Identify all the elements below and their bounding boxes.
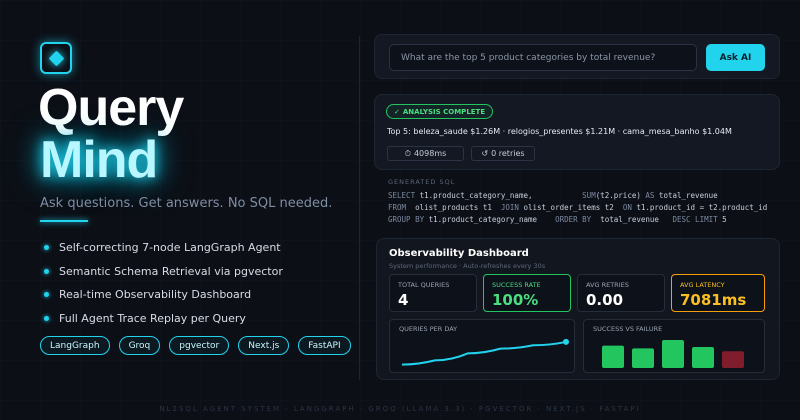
success-bar xyxy=(692,347,714,368)
sql-label: GENERATED SQL xyxy=(388,178,456,186)
question-input[interactable] xyxy=(389,44,697,71)
kpi-avg-retries: AVG RETRIES 0.00 xyxy=(577,274,665,312)
check-icon: ✓ xyxy=(394,107,400,116)
footer-text: NL2SQL AGENT SYSTEM · LANGGRAPH · GROQ (… xyxy=(159,405,641,413)
sql-line: SELECT t1.product_category_name, SUM(t2.… xyxy=(388,191,718,200)
answer-text: Top 5: beleza_saude $1.26M · relogios_pr… xyxy=(387,127,732,136)
sql-line: GROUP BY t1.product_category_name ORDER … xyxy=(388,215,727,224)
tech-chips: LangGraph Groq pgvector Next.js FastAPI xyxy=(40,336,351,355)
feature-item: Full Agent Trace Replay per Query xyxy=(40,307,283,331)
chip-langgraph: LangGraph xyxy=(40,336,110,355)
observability-dashboard: Observability Dashboard System performan… xyxy=(376,238,780,380)
feature-item: Real-time Observability Dashboard xyxy=(40,283,283,307)
demo-panel: Ask AI ✓ ANALYSIS COMPLETE Top 5: beleza… xyxy=(374,0,784,420)
stopwatch-icon: ⏱ xyxy=(404,148,411,158)
bullet-icon xyxy=(44,315,49,321)
dashboard-title: Observability Dashboard xyxy=(389,248,529,259)
success-bar xyxy=(602,345,624,368)
feature-item: Self-correcting 7-node LangGraph Agent xyxy=(40,236,283,260)
ask-ai-button[interactable]: Ask AI xyxy=(706,44,765,71)
dashboard-subtitle: System performance · Auto-refreshes ever… xyxy=(389,262,546,270)
kpi-avg-latency: AVG LATENCY 7081ms xyxy=(671,274,765,312)
sql-code-block: SELECT t1.product_category_name, SUM(t2.… xyxy=(374,190,784,226)
accent-divider xyxy=(40,220,88,222)
logo-icon xyxy=(40,42,72,74)
retry-icon: ↺ xyxy=(481,149,489,158)
success-vs-failure-chart: SUCCESS VS FAILURE xyxy=(583,319,765,373)
bullet-icon xyxy=(44,292,49,298)
status-badge: ✓ ANALYSIS COMPLETE xyxy=(386,104,494,119)
failure-bar xyxy=(722,351,744,368)
bullet-icon xyxy=(44,245,49,251)
feature-list: Self-correcting 7-node LangGraph Agent S… xyxy=(40,236,283,330)
chip-pgvector: pgvector xyxy=(169,336,230,355)
kpi-success-rate: SUCCESS RATE 100% xyxy=(483,274,571,312)
brand-title-line2: Mind xyxy=(40,131,158,189)
queries-line xyxy=(401,340,567,366)
result-card: ✓ ANALYSIS COMPLETE Top 5: beleza_saude … xyxy=(374,94,780,170)
queries-last-point xyxy=(563,338,569,345)
brand-title-line1: Query xyxy=(38,79,184,137)
success-bar xyxy=(632,348,654,368)
kpi-total-queries: TOTAL QUERIES 4 xyxy=(389,274,477,312)
feature-item: Semantic Schema Retrieval via pgvector xyxy=(40,260,283,284)
retries-pill: ↺ 0 retries xyxy=(471,146,535,161)
panel-divider xyxy=(359,36,360,380)
tagline: Ask questions. Get answers. No SQL neede… xyxy=(40,196,333,211)
chip-fastapi: FastAPI xyxy=(298,336,351,355)
latency-pill: ⏱ 4098ms xyxy=(387,146,464,161)
query-bar: Ask AI xyxy=(374,34,780,79)
chip-nextjs: Next.js xyxy=(238,336,290,355)
sql-line: FROM olist_products t1 JOIN olist_order_… xyxy=(388,203,768,212)
success-bar xyxy=(662,340,684,368)
bullet-icon xyxy=(44,268,49,274)
hero-panel: Query Mind Ask questions. Get answers. N… xyxy=(0,0,360,420)
queries-per-day-chart: QUERIES PER DAY xyxy=(389,319,575,373)
chip-groq: Groq xyxy=(118,336,161,355)
